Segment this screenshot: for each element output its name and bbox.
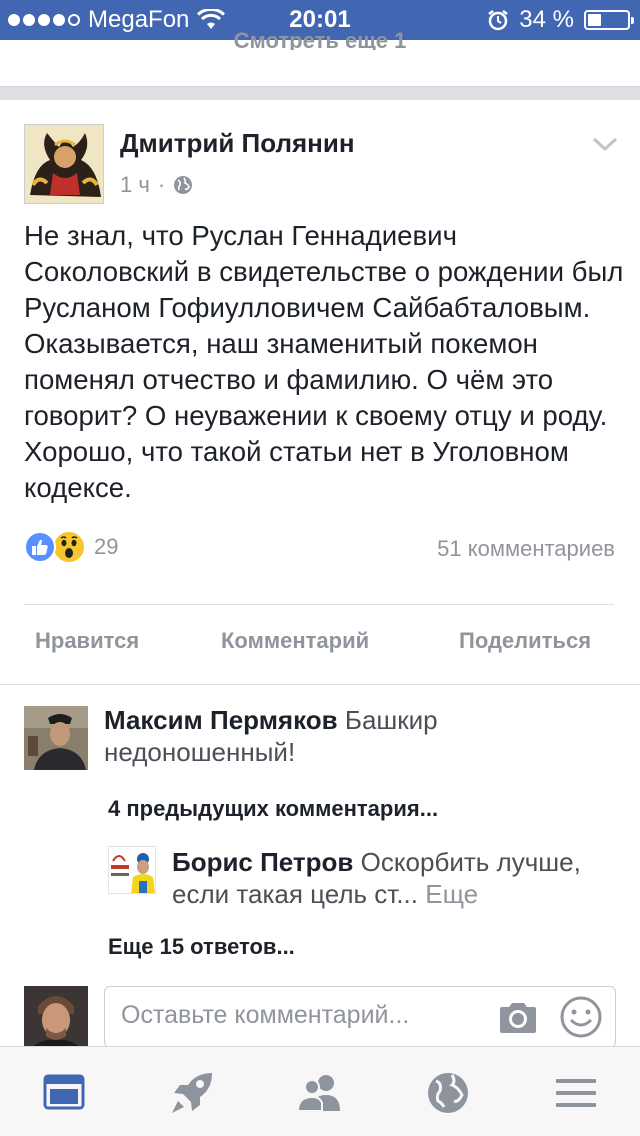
divider [24, 604, 614, 605]
share-button[interactable]: Поделиться [459, 628, 591, 654]
post-author-avatar[interactable] [24, 124, 104, 204]
battery-icon [584, 10, 634, 30]
wow-reaction-icon [52, 530, 86, 564]
news-feed-icon[interactable] [40, 1069, 88, 1117]
comment-input[interactable] [121, 1001, 501, 1030]
current-user-avatar [24, 986, 88, 1050]
post-body-text: Не знал, что Руслан Геннадиевич Соколовс… [24, 220, 624, 503]
see-more-label: Смотреть еще 1 [233, 28, 407, 50]
reaction-count: 29 [94, 534, 119, 559]
see-more-link[interactable]: Смотреть еще 1 [0, 28, 640, 50]
previous-comments-link[interactable]: 4 предыдущих комментария... [108, 796, 438, 822]
avatar-photo [24, 706, 88, 770]
battery-fill [588, 14, 601, 26]
comment-button[interactable]: Комментарий [221, 628, 369, 654]
comments-count-link[interactable]: 51 комментариев [437, 536, 615, 562]
commenter-avatar[interactable] [24, 706, 88, 770]
meta-separator: · [157, 172, 166, 197]
thumbs-up-icon [32, 539, 48, 555]
globe-icon[interactable] [424, 1069, 472, 1117]
friends-icon[interactable] [296, 1069, 344, 1117]
like-reaction-icon [24, 531, 56, 563]
post-meta: 1 ч · [120, 172, 193, 198]
reactions-summary[interactable]: 29 [24, 530, 118, 564]
comment-author[interactable]: Максим Пермяков [104, 705, 338, 735]
globe-icon [174, 176, 193, 194]
bottom-tab-bar [0, 1046, 640, 1136]
camera-icon[interactable] [497, 1001, 539, 1035]
more-replies-link[interactable]: Еще 15 ответов... [108, 934, 295, 960]
like-button[interactable]: Нравится [35, 628, 139, 654]
comment-text: Максим Пермяков Башкир недоношенный! [104, 704, 604, 768]
rocket-icon[interactable] [168, 1069, 216, 1117]
post-author-name[interactable]: Дмитрий Полянин [120, 128, 355, 159]
smile-icon[interactable] [559, 995, 603, 1039]
chevron-down-icon[interactable] [592, 134, 618, 154]
post-actions: Нравится Комментарий Поделиться [0, 628, 640, 658]
avatar-photo [24, 986, 88, 1050]
reply-author-avatar[interactable] [108, 846, 156, 894]
divider [0, 684, 640, 685]
avatar-photo [109, 847, 155, 893]
reply-see-more-link[interactable]: Еще [425, 879, 478, 909]
avatar-illustration [25, 125, 103, 203]
reply-text: Борис Петров Оскорбить лучше, если такая… [172, 846, 622, 910]
menu-icon[interactable] [552, 1069, 600, 1117]
comment-composer [104, 986, 616, 1048]
post-time[interactable]: 1 ч [120, 172, 150, 198]
wow-face-icon [60, 536, 78, 558]
reply-author[interactable]: Борис Петров [172, 847, 353, 877]
feed-separator [0, 86, 640, 100]
